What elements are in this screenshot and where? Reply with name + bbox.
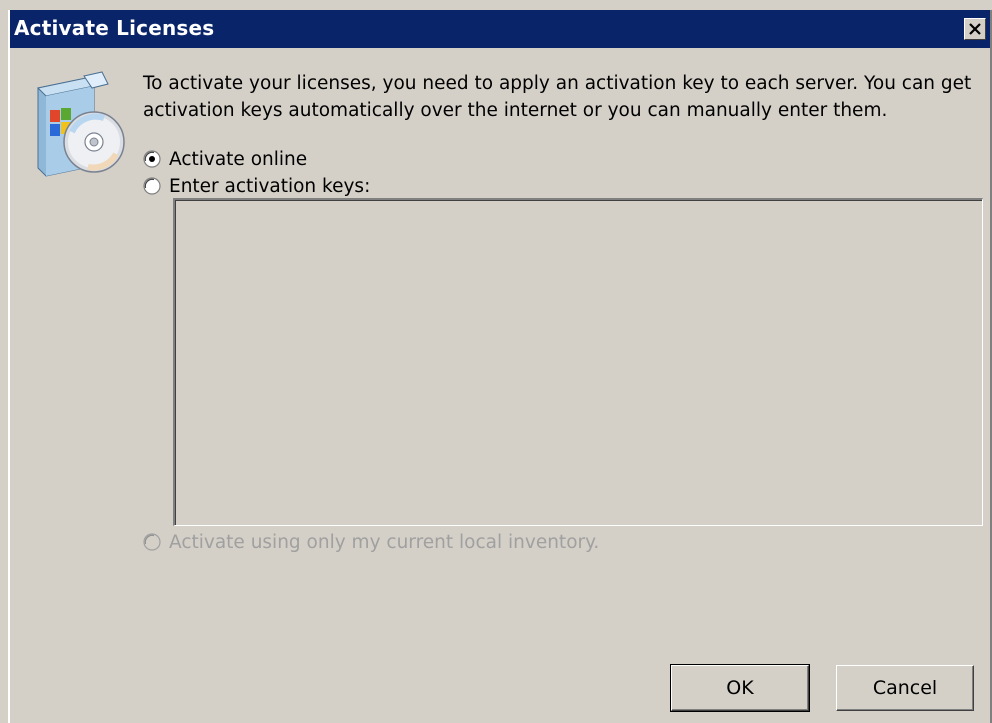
local-inventory-label: Activate using only my current local inv… <box>169 531 600 553</box>
radio-activate-online[interactable]: Activate online <box>143 146 307 172</box>
activation-keys-textbox[interactable] <box>173 198 983 526</box>
enter-activation-keys-label: Enter activation keys: <box>169 175 371 197</box>
close-button[interactable] <box>964 18 986 40</box>
close-icon <box>969 23 981 35</box>
radio-button-icon[interactable] <box>143 177 161 195</box>
activate-licenses-dialog: Activate Licenses To activate your licen… <box>8 10 992 723</box>
intro-text: To activate your licenses, you need to a… <box>143 73 972 121</box>
radio-button-selected-icon[interactable] <box>143 150 161 168</box>
ok-button[interactable]: OK <box>670 664 810 712</box>
radio-local-inventory: Activate using only my current local inv… <box>143 529 599 555</box>
software-package-cd-icon <box>36 71 125 177</box>
cancel-button[interactable]: Cancel <box>836 665 974 711</box>
title-bar: Activate Licenses <box>10 10 990 48</box>
activate-online-label: Activate online <box>169 148 308 170</box>
radio-enter-activation-keys[interactable]: Enter activation keys: <box>143 173 370 199</box>
radio-button-disabled-icon <box>143 533 161 551</box>
window-title: Activate Licenses <box>14 16 215 40</box>
